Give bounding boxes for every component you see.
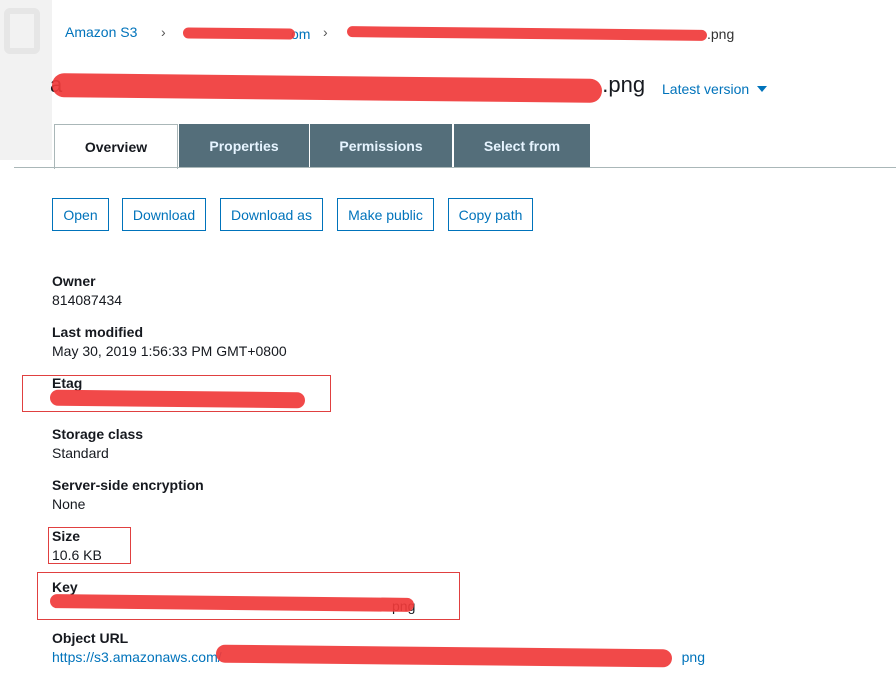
breadcrumb-object-suffix: .png <box>707 26 735 42</box>
object-url-suffix: png <box>681 649 705 665</box>
breadcrumb-root-link[interactable]: Amazon S3 <box>65 24 137 40</box>
property-value: None <box>52 496 86 512</box>
redaction-mark <box>346 26 708 41</box>
tab-overview[interactable]: Overview <box>54 124 178 169</box>
property-storage-class: Storage class Standard <box>52 425 872 462</box>
download-as-button[interactable]: Download as <box>220 198 323 231</box>
redaction-mark <box>182 27 296 40</box>
tab-select-from[interactable]: Select from <box>454 124 590 167</box>
caret-down-icon <box>757 86 768 92</box>
tab-label: Permissions <box>339 137 423 154</box>
property-label: Object URL <box>52 630 129 646</box>
open-button[interactable]: Open <box>52 198 109 231</box>
tab-divider <box>14 167 896 168</box>
make-public-button[interactable]: Make public <box>337 198 434 231</box>
copy-path-button[interactable]: Copy path <box>448 198 533 231</box>
property-owner: Owner 814087434 <box>52 272 872 309</box>
chevron-right-icon: › <box>323 24 328 40</box>
tab-label: Select from <box>483 137 561 154</box>
tab-label: Overview <box>84 139 148 155</box>
highlight-box-size <box>48 527 131 564</box>
version-label: Latest version <box>662 81 750 97</box>
tab-properties[interactable]: Properties <box>179 124 309 167</box>
property-value: May 30, 2019 1:56:33 PM GMT+0800 <box>52 343 287 359</box>
chevron-right-icon: › <box>161 24 166 40</box>
property-value: Standard <box>52 445 109 461</box>
document-icon <box>4 8 40 54</box>
redaction-mark <box>51 73 603 103</box>
object-title-suffix: .png <box>602 72 646 97</box>
object-url-prefix: https://s3.amazonaws.com/ <box>52 649 222 665</box>
property-label: Owner <box>52 273 96 289</box>
tab-permissions[interactable]: Permissions <box>310 124 452 167</box>
page-corner-graphic <box>0 0 52 160</box>
tab-label: Properties <box>209 137 279 154</box>
property-value: 814087434 <box>52 292 123 308</box>
property-last-modified: Last modified May 30, 2019 1:56:33 PM GM… <box>52 323 872 360</box>
property-size: Size 10.6 KB <box>52 527 872 564</box>
property-label: Last modified <box>52 324 144 340</box>
property-value: 10.6 KB <box>52 547 102 563</box>
version-dropdown[interactable]: Latest version <box>662 81 768 97</box>
download-button[interactable]: Download <box>122 198 206 231</box>
property-label: Size <box>52 528 81 544</box>
property-label: Storage class <box>52 426 144 442</box>
redaction-mark <box>49 389 306 409</box>
property-encryption: Server-side encryption None <box>52 476 872 513</box>
property-label: Server-side encryption <box>52 477 204 493</box>
